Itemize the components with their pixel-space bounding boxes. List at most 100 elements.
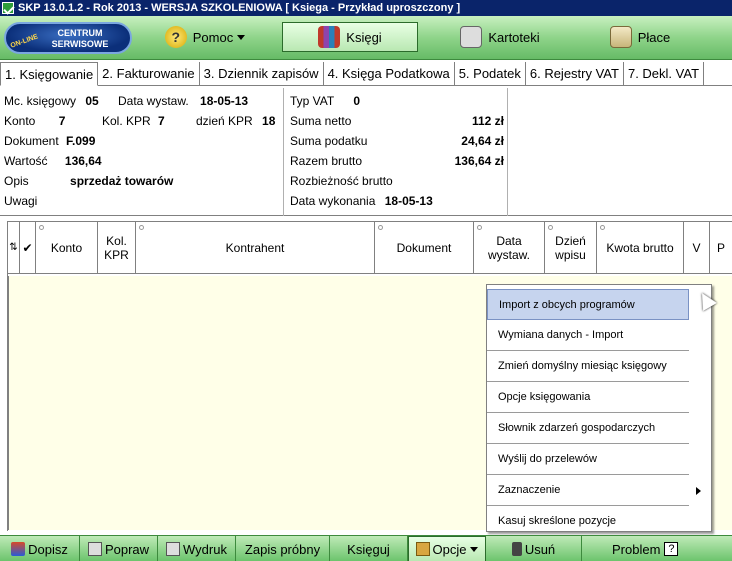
menu-item-wyslij-przelewow[interactable]: Wyślij do przelewów (487, 444, 689, 475)
data-wykonania-value: 18-05-13 (384, 194, 433, 208)
sort-icon[interactable]: ⇅ (8, 222, 20, 274)
column-kol-kpr-line2: KPR (104, 248, 129, 262)
info-column-left: Mc. księgowy 05 Data wystaw. 18-05-13 Ko… (0, 88, 284, 216)
column-kwota-brutto[interactable]: Kwota brutto (597, 222, 684, 274)
tab-dziennik-zapisow[interactable]: 3. Dziennik zapisów (199, 62, 324, 85)
typ-vat-label: Typ VAT (290, 94, 335, 108)
menu-item-kasuj-skreslone[interactable]: Kasuj skreślone pozycje (487, 506, 689, 537)
column-p[interactable]: P (710, 222, 732, 274)
trash-icon (511, 542, 522, 556)
column-konto-label: Konto (50, 241, 83, 255)
usun-label: Usuń (524, 541, 556, 557)
usun-button[interactable]: Usuń (486, 536, 582, 561)
rozbieznosc-label: Rozbieżność brutto (290, 174, 393, 188)
column-dokument[interactable]: Dokument (375, 222, 474, 274)
kol-kpr-value: 7 (158, 114, 165, 128)
question-icon: ? (664, 542, 679, 556)
problem-button[interactable]: Problem? (582, 536, 732, 561)
main-toolbar: ON-LINE CENTRUM SERWISOWE ? Pomoc Księgi… (0, 16, 732, 60)
kol-kpr-label: Kol. KPR (102, 114, 151, 128)
dzien-kpr-label: dzień KPR (196, 114, 253, 128)
money-icon (609, 26, 632, 48)
menu-item-label: Zaznaczenie (498, 484, 561, 496)
ksieguj-button[interactable]: Księguj (330, 536, 408, 561)
column-v-label: V (692, 241, 701, 255)
dokument-value: F.099 (66, 134, 96, 148)
chevron-down-icon (470, 546, 479, 552)
column-konto[interactable]: Konto (36, 222, 98, 274)
window-title: SKP 13.0.1.2 - Rok 2013 - WERSJA SZKOLEN… (18, 2, 461, 14)
suma-netto-value: 112 zł (471, 114, 504, 128)
tab-ksiegowanie[interactable]: 1. Księgowanie (0, 62, 99, 86)
menu-item-label: Wyślij do przelewów (498, 453, 597, 465)
kartoteki-button[interactable]: Kartoteki (440, 22, 560, 52)
place-label: Płace (637, 29, 671, 45)
column-kol-kpr[interactable]: Kol. KPR (98, 222, 136, 274)
bottom-action-bar: Dopisz Popraw Wydruk Zapis próbny Księgu… (0, 535, 732, 561)
razem-brutto-value: 136,64 zł (454, 154, 504, 168)
mc-label: Mc. księgowy (4, 94, 77, 108)
opcje-label: Opcje (432, 541, 467, 557)
menu-item-label: Zmień domyślny miesiąc księgowy (498, 360, 667, 372)
menu-item-opcje-ksiegowania[interactable]: Opcje księgowania (487, 382, 689, 413)
column-v[interactable]: V (684, 222, 710, 274)
place-button[interactable]: Płace (590, 22, 690, 52)
check-column-header[interactable]: ✔ (20, 222, 36, 274)
opis-label: Opis (4, 174, 29, 188)
wydruk-button[interactable]: Wydruk (158, 536, 236, 561)
column-dzien-line2: wpisu (555, 248, 586, 262)
zapis-probny-button[interactable]: Zapis próbny (236, 536, 330, 561)
tab-fakturowanie[interactable]: 2. Fakturowanie (98, 62, 200, 85)
tab-rejestry-vat[interactable]: 6. Rejestry VAT (525, 62, 624, 85)
popraw-button[interactable]: Popraw (80, 536, 158, 561)
column-kontrahent-label: Kontrahent (225, 241, 285, 255)
opcje-button[interactable]: Opcje (408, 536, 486, 561)
column-marker-icon (39, 225, 44, 230)
column-marker-icon (600, 225, 605, 230)
menu-item-zmien-miesiac[interactable]: Zmień domyślny miesiąc księgowy (487, 351, 689, 382)
menu-item-import-obcych[interactable]: Import z obcych programów (487, 289, 689, 320)
data-wykonania-label: Data wykonania (290, 194, 376, 208)
razem-brutto-label: Razem brutto (290, 154, 363, 168)
wartosc-value: 136,64 (64, 154, 102, 168)
menu-item-slownik-zdarzen[interactable]: Słownik zdarzeń gospodarczych (487, 413, 689, 444)
menu-item-wymiana-danych[interactable]: Wymiana danych - Import (487, 320, 689, 351)
tab-ksiega-podatkowa[interactable]: 4. Księga Podatkowa (323, 62, 455, 85)
menu-item-label: Opcje księgowania (498, 391, 591, 403)
document-info-panel: Mc. księgowy 05 Data wystaw. 18-05-13 Ko… (0, 88, 732, 216)
menu-item-zaznaczenie[interactable]: Zaznaczenie (487, 475, 701, 506)
opcje-context-menu: Import z obcych programów Wymiana danych… (486, 284, 712, 532)
centrum-serwisowe-logo[interactable]: ON-LINE CENTRUM SERWISOWE (4, 22, 132, 54)
column-data-line2: wystaw. (487, 248, 530, 262)
chevron-down-icon (237, 34, 246, 40)
options-icon (415, 542, 430, 556)
problem-label: Problem (612, 541, 661, 557)
popraw-label: Popraw (104, 541, 150, 557)
column-kwota-label: Kwota brutto (606, 241, 674, 255)
opis-value: sprzedaż towarów (70, 174, 174, 188)
printer-icon (166, 542, 181, 556)
ksieguj-label: Księguj (347, 541, 390, 557)
window-title-bar: SKP 13.0.1.2 - Rok 2013 - WERSJA SZKOLEN… (0, 0, 732, 16)
column-kol-kpr-line1: Kol. (106, 234, 127, 248)
grid-left-strip (0, 221, 8, 531)
submenu-arrow-icon (696, 487, 701, 495)
suma-podatku-label: Suma podatku (290, 134, 368, 148)
column-marker-icon (548, 225, 553, 230)
logo-line1: CENTRUM (57, 28, 103, 38)
data-wystaw-label: Data wystaw. (118, 94, 189, 108)
edit-icon (87, 542, 102, 556)
column-kontrahent[interactable]: Kontrahent (136, 222, 375, 274)
tab-podatek[interactable]: 5. Podatek (454, 62, 526, 85)
konto-value: 7 (58, 114, 66, 128)
tab-dekl-vat[interactable]: 7. Dekl. VAT (623, 62, 705, 85)
column-dzien-wpisu[interactable]: Dzień wpisu (545, 222, 597, 274)
ksiegi-button[interactable]: Księgi (282, 22, 418, 52)
entries-grid-header: ⇅ ✔ Konto Kol. KPR Kontrahent Dokument Da… (8, 221, 732, 274)
pomoc-label: Pomoc (192, 29, 234, 45)
column-data-wystaw[interactable]: Data wystaw. (474, 222, 545, 274)
pomoc-button[interactable]: ? Pomoc (150, 22, 260, 52)
app-icon (2, 2, 14, 14)
dopisz-button[interactable]: Dopisz (0, 536, 80, 561)
kartoteki-label: Kartoteki (488, 29, 540, 45)
